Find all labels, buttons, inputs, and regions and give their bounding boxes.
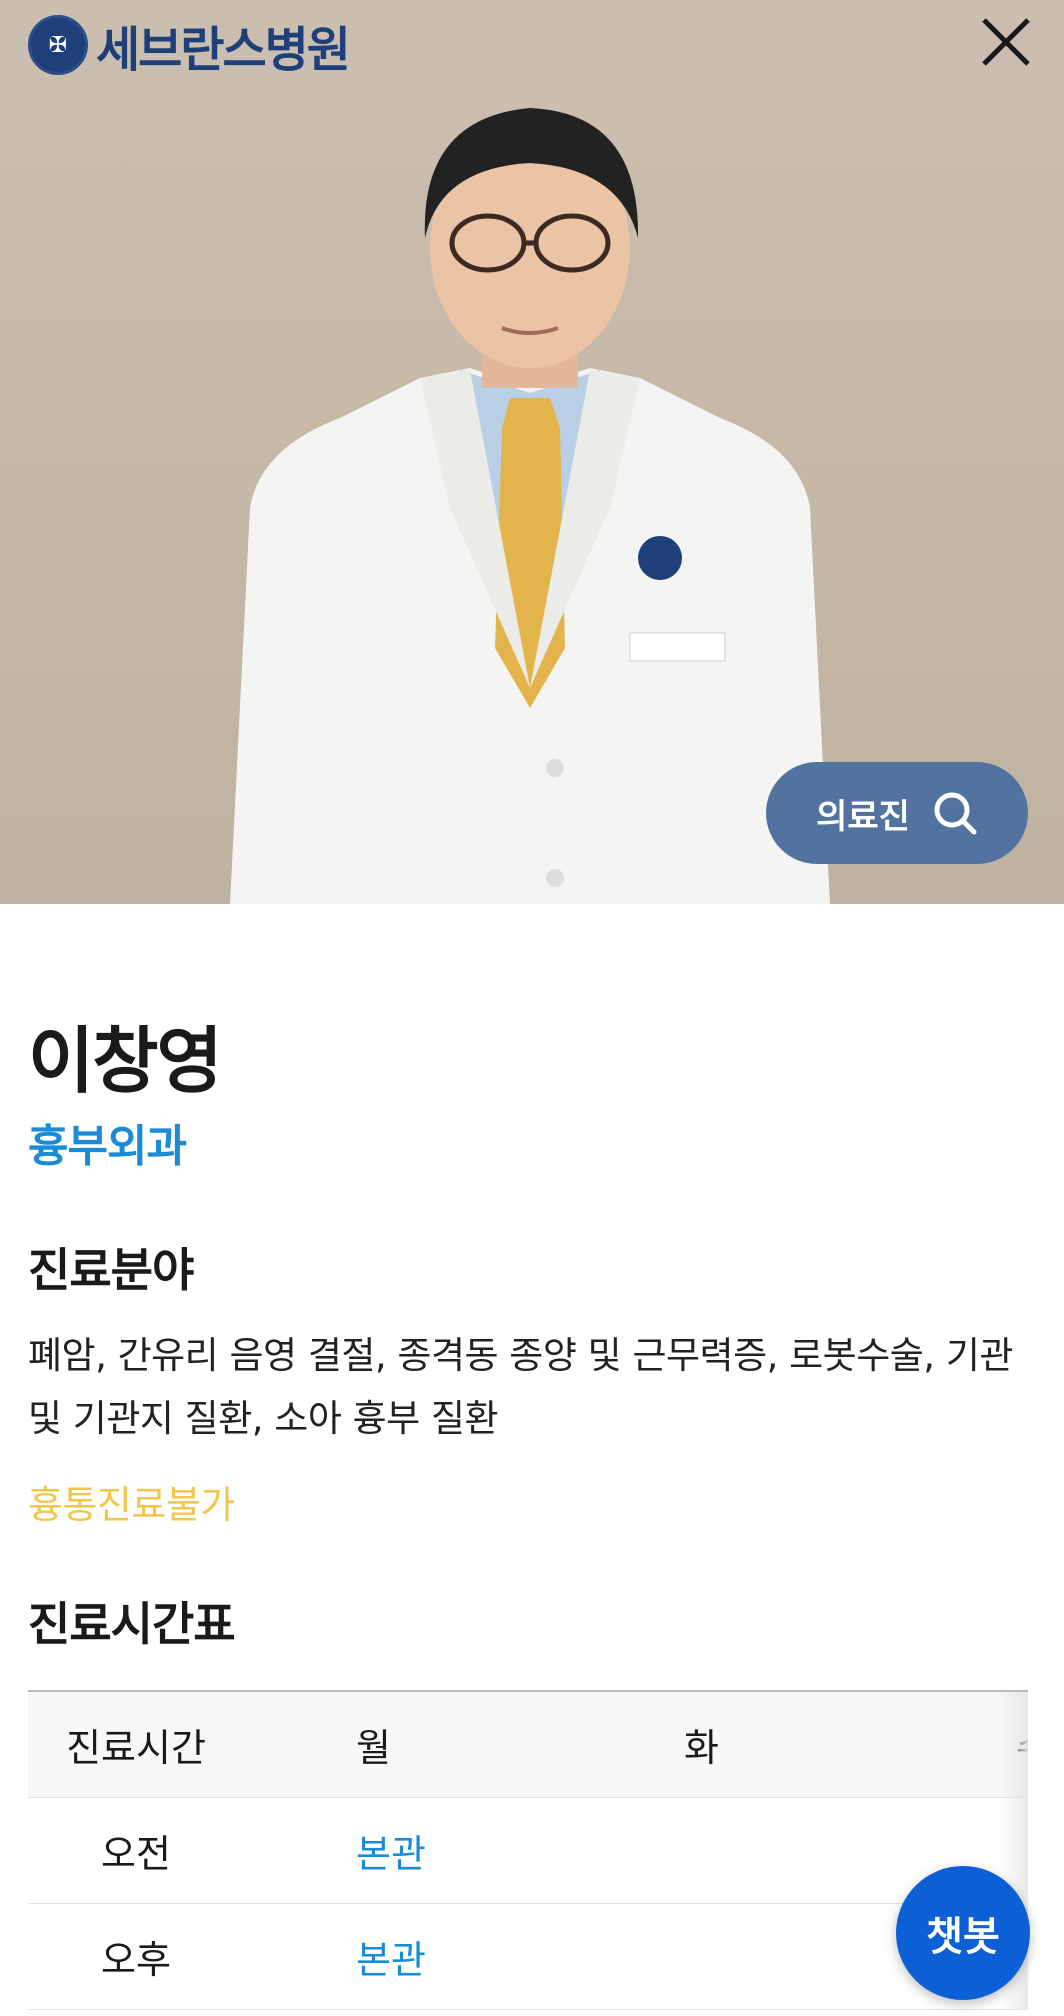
clinic-link[interactable]: 본관 [244, 1929, 560, 1984]
staff-search-label: 의료진 [816, 796, 910, 837]
close-icon [982, 18, 1030, 66]
schedule-title: 진료시간표 [28, 1597, 236, 1651]
header-mon: 월 [356, 1726, 391, 1770]
search-icon [934, 792, 977, 835]
notice-text: 흉통진료불가 [28, 1483, 235, 1527]
doctor-photo [230, 108, 830, 904]
row-label: 오전 [101, 1832, 171, 1876]
header-tue: 화 [684, 1726, 719, 1770]
specialty-text: 폐암, 간유리 음영 결절, 종격동 종양 및 근무력증, 로봇수술, 기관 및… [28, 1334, 1013, 1440]
hospital-logo[interactable]: ✠ 세브란스병원 [28, 10, 351, 80]
table-header-row: 진료시간 월 화 수 [28, 1692, 1028, 1798]
staff-search-button[interactable]: 의료진 [766, 762, 1028, 864]
hospital-name: 세브란스병원 [96, 22, 351, 78]
severance-emblem-icon: ✠ [28, 15, 88, 75]
close-button[interactable] [974, 10, 1038, 74]
doctor-name: 이창영 [28, 1019, 223, 1103]
table-row: 오전 본관 [28, 1798, 1028, 1904]
header-time: 진료시간 [66, 1726, 206, 1770]
chatbot-button[interactable]: 챗봇 [896, 1866, 1030, 2000]
clinic-link[interactable]: 본관 [244, 1823, 560, 1878]
specialty-title: 진료분야 [28, 1243, 194, 1297]
doctor-hero: ✠ 세브란스병원 의료진 [0, 0, 1064, 904]
table-row: 오후 본관 [28, 1904, 1028, 2010]
schedule-table[interactable]: 진료시간 월 화 수 오전 본관 오후 본관 [28, 1690, 1028, 2010]
department-link[interactable]: 흉부외과 [28, 1110, 187, 1174]
row-label: 오후 [101, 1938, 171, 1982]
